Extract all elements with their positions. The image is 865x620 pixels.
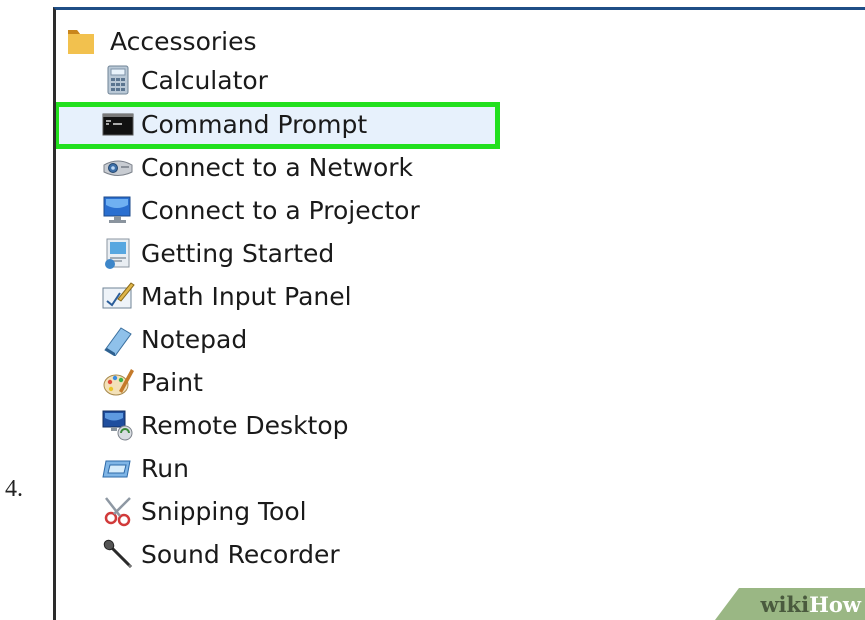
folder-label: Accessories [110,26,257,56]
menu-item-notepad[interactable]: Notepad [101,319,247,359]
menu-item-label: Connect to a Projector [141,195,420,225]
folder-icon [68,30,94,54]
menu-item-label: Calculator [141,65,268,95]
run-icon [102,460,131,478]
watermark-how-text: How [809,591,861,617]
step-number: 4. [5,476,23,502]
menu-item-label: Getting Started [141,238,335,268]
menu-item-label: Remote Desktop [141,410,349,440]
start-menu-panel: Accessories Calculator Command Prompt Co… [53,7,865,620]
folder-accessories[interactable]: Accessories [64,24,257,58]
menu-item-label: Snipping Tool [141,496,307,526]
menu-item-paint[interactable]: Paint [101,362,203,402]
menu-item-label: Run [141,453,189,483]
menu-item-sound-recorder[interactable]: Sound Recorder [101,534,340,574]
wikihow-watermark: wiki How [715,588,865,620]
menu-item-getting-started[interactable]: Getting Started [101,233,334,273]
microphone-icon [103,539,133,569]
menu-item-label: Paint [141,367,203,397]
getting-started-icon [105,238,130,269]
menu-item-snipping-tool[interactable]: Snipping Tool [101,491,307,531]
scissors-icon [104,497,131,527]
menu-item-remote-desktop[interactable]: Remote Desktop [101,405,349,445]
monitor-icon [103,196,131,223]
paint-palette-icon [103,369,134,396]
menu-item-label: Sound Recorder [141,539,340,569]
command-prompt-icon [102,113,134,136]
menu-item-label: Notepad [141,324,248,354]
menu-item-label: Connect to a Network [141,152,414,182]
remote-desktop-icon [102,410,133,441]
notepad-icon [104,327,132,356]
menu-item-connect-network[interactable]: Connect to a Network [101,147,413,187]
menu-item-calculator[interactable]: Calculator [101,60,268,100]
menu-item-label: Math Input Panel [141,281,352,311]
menu-item-label: Command Prompt [141,109,368,139]
menu-item-command-prompt[interactable]: Command Prompt [101,104,367,144]
calculator-icon [107,65,129,95]
menu-item-connect-projector[interactable]: Connect to a Projector [101,190,420,230]
math-input-icon [102,282,135,309]
menu-item-run[interactable]: Run [101,448,189,488]
watermark-wiki-text: wiki [760,591,810,617]
network-projector-icon [103,160,133,176]
menu-item-math-input-panel[interactable]: Math Input Panel [101,276,352,316]
